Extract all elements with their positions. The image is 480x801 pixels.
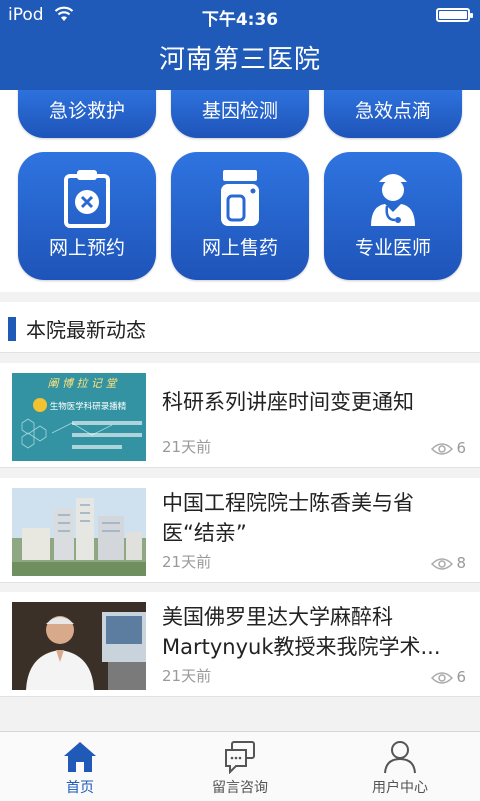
service-label: 专业医师: [354, 237, 431, 259]
clipboard-icon: [64, 170, 110, 228]
service-label: 基因检测: [201, 100, 278, 122]
service-doctors[interactable]: 专业医师: [324, 152, 462, 280]
service-label: 急诊救护: [48, 100, 125, 122]
clock: 下午4:36: [201, 10, 279, 30]
view-count-value: 6: [456, 668, 466, 686]
nav-bar: 河南第三医院: [0, 30, 480, 90]
news-thumbnail: [12, 488, 146, 576]
service-label: 网上售药: [201, 237, 278, 259]
tab-label: 首页: [66, 780, 94, 796]
view-count: 6: [431, 668, 466, 686]
doctor-icon: [371, 174, 415, 226]
tab-label: 留言咨询: [212, 780, 268, 796]
section-accent-bar: [8, 317, 16, 341]
section-header: 本院最新动态: [0, 302, 480, 353]
news-title: 美国佛罗里达大学麻醉科Martynyuk教授来我院学术...: [162, 605, 441, 659]
tab-consult[interactable]: 留言咨询: [160, 732, 320, 801]
service-label: 急效点滴: [354, 100, 431, 122]
view-count-value: 6: [456, 439, 466, 457]
home-icon: [64, 742, 96, 772]
section-title: 本院最新动态: [26, 318, 146, 342]
service-appointment[interactable]: 网上预约: [18, 152, 156, 280]
view-count: 6: [431, 439, 466, 457]
news-thumbnail: 阐 博 拉 记 堂 生物医学科研录播精: [12, 373, 146, 461]
service-emergency[interactable]: 急诊救护: [18, 90, 156, 138]
medicine-bottle-icon: [221, 170, 259, 226]
eye-icon: [431, 442, 454, 455]
news-time: 21天前: [162, 438, 212, 456]
news-item[interactable]: 美国佛罗里达大学麻醉科Martynyuk教授来我院学术... 21天前 6: [0, 592, 480, 697]
news-item[interactable]: 阐 博 拉 记 堂 生物医学科研录播精 科研系列讲座时间变更通知 21天前 6: [0, 363, 480, 468]
chat-icon: [225, 741, 255, 774]
status-bar: iPod 下午4:36: [0, 0, 480, 30]
news-time: 21天前: [162, 553, 212, 571]
tab-home[interactable]: 首页: [0, 732, 160, 801]
thumb-calligraphy: 阐 博 拉 记 堂: [48, 377, 119, 390]
thumb-caption: 生物医学科研录播精: [50, 401, 127, 412]
tab-bar: 首页 留言咨询 用户中心: [0, 731, 480, 801]
service-pharmacy[interactable]: 网上售药: [171, 152, 309, 280]
eye-icon: [431, 671, 454, 684]
view-count-value: 8: [456, 554, 466, 572]
news-time: 21天前: [162, 667, 212, 685]
news-title: 科研系列讲座时间变更通知: [162, 390, 414, 414]
news-item[interactable]: 中国工程院院士陈香美与省医“结亲” 21天前 8: [0, 478, 480, 583]
tab-user-center[interactable]: 用户中心: [320, 732, 480, 801]
news-title: 中国工程院院士陈香美与省医“结亲”: [162, 491, 414, 545]
service-label: 网上预约: [48, 237, 125, 259]
user-icon: [384, 741, 416, 774]
news-thumbnail: [12, 602, 146, 690]
battery-icon: [436, 8, 473, 22]
service-grid: 急诊救护 基因检测 急效点滴 网上预约 网上售药 专业医师: [0, 90, 480, 292]
eye-icon: [431, 557, 454, 570]
tab-label: 用户中心: [372, 780, 428, 796]
view-count: 8: [431, 554, 466, 572]
service-iv-drip[interactable]: 急效点滴: [324, 90, 462, 138]
service-gene-test[interactable]: 基因检测: [171, 90, 309, 138]
page-title: 河南第三医院: [158, 45, 321, 75]
